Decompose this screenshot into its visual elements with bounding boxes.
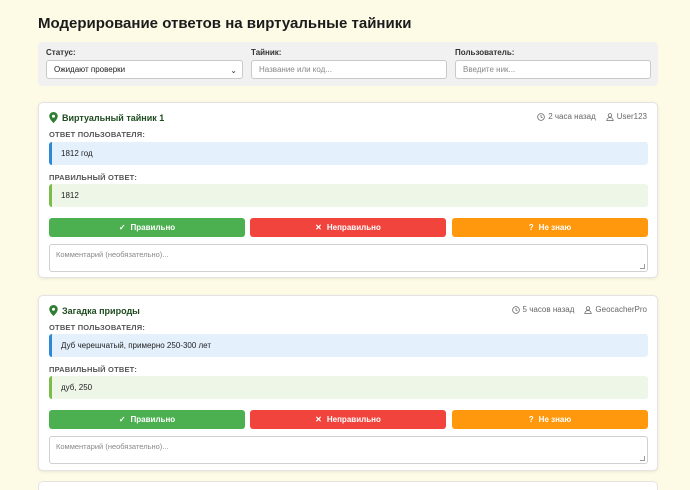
user-answer: Дуб черешчатый, примерно 250-300 лет: [49, 334, 648, 357]
user-answer: 1812 год: [49, 142, 648, 165]
user-label: Пользователь:: [455, 48, 515, 57]
question-icon: ?: [528, 415, 534, 424]
comment-input[interactable]: Комментарий (необязательно)...: [49, 436, 648, 464]
check-icon: ✓: [118, 223, 126, 232]
question-icon: ?: [528, 223, 534, 232]
answer-card: Загадка природы 5 часов назад GeocacherP…: [38, 295, 658, 471]
card-title-text: Загадка природы: [62, 305, 140, 316]
mark-unknown-label: Не знаю: [538, 223, 572, 232]
status-select[interactable]: Ожидают проверки ⌄: [46, 60, 243, 79]
user-icon: [584, 305, 593, 314]
user-answer-label: ОТВЕТ ПОЛЬЗОВАТЕЛЯ:: [49, 323, 146, 332]
comment-placeholder: Комментарий (необязательно)...: [56, 250, 169, 259]
clock-icon: [511, 305, 520, 314]
card-title-text: Виртуальный тайник 1: [62, 112, 165, 123]
correct-answer: 1812: [49, 184, 648, 207]
mark-correct-label: Правильно: [130, 415, 176, 424]
mark-correct-button[interactable]: ✓ Правильно: [49, 218, 245, 237]
mark-wrong-button[interactable]: ✕ Неправильно: [250, 218, 446, 237]
card-user: GeocacherPro: [595, 305, 647, 314]
clock-icon: [537, 112, 545, 121]
mark-correct-button[interactable]: ✓ Правильно: [49, 410, 245, 429]
status-select-value: Ожидают проверки: [54, 65, 126, 74]
card-time: 5 часов назад: [522, 305, 575, 314]
card-meta: 2 часа назад User123: [537, 112, 647, 121]
resize-handle[interactable]: [640, 264, 645, 269]
cache-label: Тайник:: [251, 48, 282, 57]
status-filter: Статус:: [46, 48, 76, 57]
card-time: 2 часа назад: [548, 112, 596, 121]
map-pin-icon: [49, 112, 58, 123]
answer-card-partial: [38, 481, 658, 490]
x-icon: ✕: [315, 223, 322, 232]
resize-handle[interactable]: [640, 456, 645, 461]
correct-answer-label: ПРАВИЛЬНЫЙ ОТВЕТ:: [49, 365, 138, 374]
comment-placeholder: Комментарий (необязательно)...: [56, 442, 169, 451]
correct-answer-label: ПРАВИЛЬНЫЙ ОТВЕТ:: [49, 173, 138, 182]
status-label: Статус:: [46, 48, 76, 57]
user-icon: [606, 112, 614, 121]
cache-search-input[interactable]: Название или код...: [251, 60, 447, 79]
chevron-down-icon: ⌄: [230, 66, 237, 75]
x-icon: ✕: [315, 415, 322, 424]
card-title: Загадка природы: [49, 305, 140, 316]
user-answer-label: ОТВЕТ ПОЛЬЗОВАТЕЛЯ:: [49, 130, 146, 139]
card-title: Виртуальный тайник 1: [49, 112, 164, 123]
map-pin-icon: [49, 305, 58, 316]
correct-answer: дуб, 250: [49, 376, 648, 399]
card-user: User123: [616, 112, 647, 121]
card-meta: 5 часов назад GeocacherPro: [511, 305, 647, 314]
cache-filter: Тайник:: [251, 48, 281, 57]
filter-panel: Статус: Ожидают проверки ⌄ Тайник: Назва…: [38, 42, 658, 86]
mark-wrong-button[interactable]: ✕ Неправильно: [250, 410, 446, 429]
user-filter: Пользователь:: [455, 48, 514, 57]
mark-wrong-label: Неправильно: [326, 415, 381, 424]
mark-unknown-button[interactable]: ? Не знаю: [452, 218, 648, 237]
mark-correct-label: Правильно: [130, 223, 176, 232]
answer-card: Виртуальный тайник 1 2 часа назад User12…: [38, 102, 658, 278]
page-title: Модерирование ответов на виртуальные тай…: [38, 15, 412, 32]
check-icon: ✓: [118, 415, 126, 424]
mark-unknown-button[interactable]: ? Не знаю: [452, 410, 648, 429]
user-search-input[interactable]: Введите ник...: [455, 60, 651, 79]
mark-unknown-label: Не знаю: [538, 415, 572, 424]
comment-input[interactable]: Комментарий (необязательно)...: [49, 244, 648, 272]
mark-wrong-label: Неправильно: [326, 223, 381, 232]
